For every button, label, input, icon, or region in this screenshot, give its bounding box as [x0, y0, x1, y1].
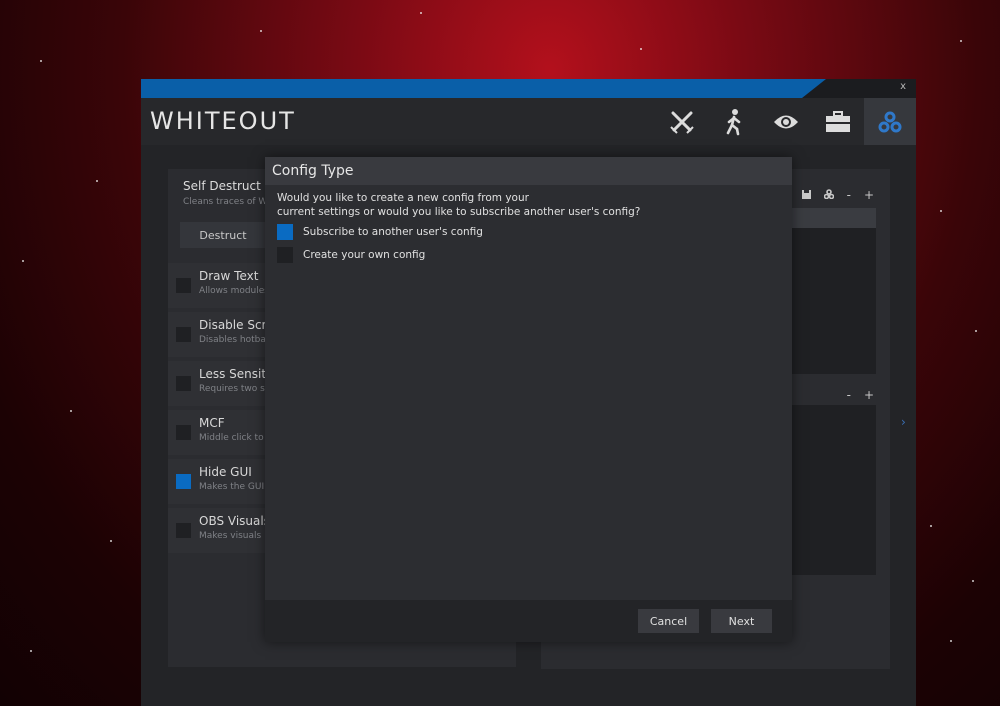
setting-label: OBS Visuals: [199, 514, 270, 528]
dialog-question-line: Would you like to create a new config fr…: [277, 192, 529, 204]
setting-label: Disable Scro: [199, 318, 274, 332]
setting-label: Less Sensiti: [199, 367, 270, 381]
self-destruct-title: Self Destruct: [183, 179, 261, 193]
draw-text-checkbox[interactable]: [176, 278, 191, 293]
save-icon[interactable]: [801, 188, 811, 202]
setting-label: MCF: [199, 416, 225, 430]
app-title: WHITEOUT: [150, 107, 296, 135]
combat-icon: [670, 111, 694, 134]
nav-bar: [656, 98, 916, 145]
obs-visuals-checkbox[interactable]: [176, 523, 191, 538]
less-sensitive-checkbox[interactable]: [176, 376, 191, 391]
option-create-own[interactable]: Create your own config: [277, 247, 425, 263]
setting-description: Allows modules: [199, 286, 269, 296]
nav-combat-button[interactable]: [656, 98, 708, 145]
dialog-title: Config Type: [272, 163, 354, 179]
option-label: Create your own config: [303, 249, 426, 261]
remove-config-button[interactable]: -: [847, 188, 851, 202]
config-icon: [878, 111, 902, 132]
setting-description: Disables hotba: [199, 335, 266, 345]
destruct-button[interactable]: Destruct: [180, 222, 266, 248]
add-subscription-button[interactable]: +: [864, 388, 874, 402]
dialog-header: Config Type: [265, 157, 792, 185]
misc-icon: [826, 110, 850, 132]
title-bar[interactable]: x: [141, 79, 916, 98]
option-label: Subscribe to another user's config: [303, 226, 483, 238]
setting-description: Middle click to: [199, 433, 264, 443]
app-header: WHITEOUT: [141, 98, 916, 145]
share-icon[interactable]: [823, 188, 834, 202]
chevron-right-icon[interactable]: ›: [901, 415, 906, 429]
mcf-checkbox[interactable]: [176, 425, 191, 440]
self-destruct-description: Cleans traces of W: [183, 197, 268, 207]
option-subscribe[interactable]: Subscribe to another user's config: [277, 224, 483, 240]
title-bar-accent: [141, 79, 826, 98]
subscription-toolbar: - +: [847, 388, 874, 402]
remove-subscription-button[interactable]: -: [847, 388, 851, 402]
cancel-button[interactable]: Cancel: [638, 609, 699, 633]
nav-visuals-button[interactable]: [760, 98, 812, 145]
setting-label: Hide GUI: [199, 465, 252, 479]
dialog-question-line: current settings or would you like to su…: [277, 206, 641, 218]
config-list[interactable]: [792, 228, 876, 374]
nav-movement-button[interactable]: [708, 98, 760, 145]
config-type-dialog: Config Type Would you like to create a n…: [265, 157, 792, 642]
dialog-footer: Cancel Next: [265, 600, 792, 642]
setting-description: Makes visuals: [199, 531, 262, 541]
nav-config-button[interactable]: [864, 98, 916, 145]
hide-gui-checkbox[interactable]: [176, 474, 191, 489]
visuals-icon: [774, 115, 798, 128]
config-list-selected-row[interactable]: [792, 208, 876, 228]
setting-description: Makes the GUI: [199, 482, 265, 492]
add-config-button[interactable]: +: [864, 188, 874, 202]
close-button[interactable]: x: [900, 81, 906, 92]
setting-description: Requires two s: [199, 384, 265, 394]
subscription-list[interactable]: [792, 405, 876, 575]
movement-icon: [726, 108, 741, 135]
dialog-question: Would you like to create a new config fr…: [277, 191, 657, 219]
setting-label: Draw Text: [199, 269, 259, 283]
next-button[interactable]: Next: [711, 609, 772, 633]
config-list-toolbar: - +: [801, 188, 874, 202]
disable-scroll-checkbox[interactable]: [176, 327, 191, 342]
nav-misc-button[interactable]: [812, 98, 864, 145]
subscribe-checkbox[interactable]: [277, 224, 293, 240]
create-own-checkbox[interactable]: [277, 247, 293, 263]
